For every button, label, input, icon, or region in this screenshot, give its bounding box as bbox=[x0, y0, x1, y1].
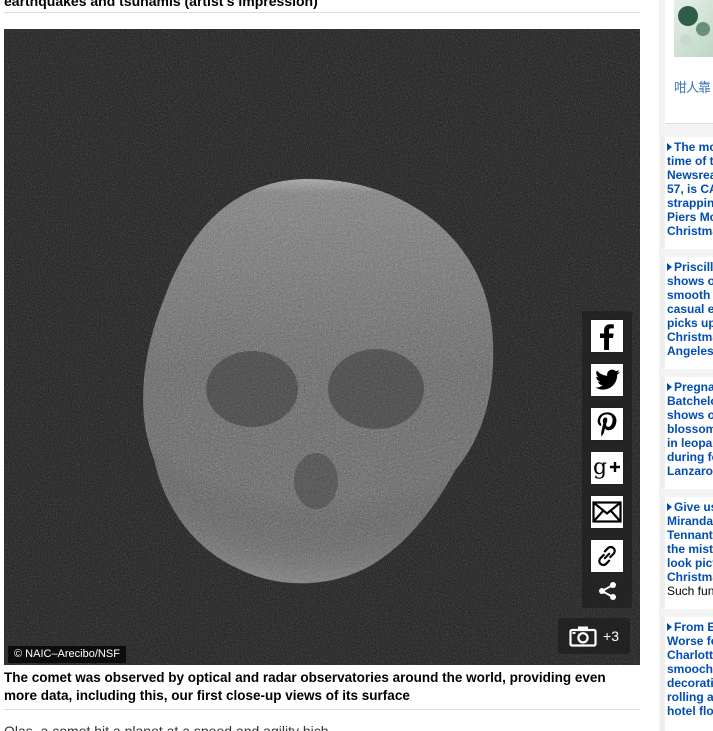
sidebar-story[interactable]: Pregna Batchelo shows o blossom in leopa… bbox=[661, 377, 713, 489]
story-headline-line: the mist bbox=[667, 542, 713, 556]
arrow-right-icon bbox=[667, 263, 672, 271]
link-icon bbox=[598, 545, 616, 567]
twitter-icon bbox=[595, 369, 620, 390]
story-headline-line: smooch bbox=[667, 662, 713, 676]
story-headline-line: picks up bbox=[667, 316, 713, 330]
copy-link-button[interactable] bbox=[589, 538, 625, 574]
ad-image bbox=[674, 0, 713, 57]
story-headline-line: Christma bbox=[667, 224, 713, 238]
article-image[interactable]: © NAIC–Arecibo/NSF bbox=[4, 29, 640, 665]
divider bbox=[4, 709, 640, 710]
story-headline-line: Give us bbox=[674, 500, 713, 514]
story-headline-line: casual e bbox=[667, 302, 713, 316]
arrow-right-icon bbox=[667, 143, 672, 151]
image-credit: © NAIC–Arecibo/NSF bbox=[8, 646, 126, 663]
story-headline-line: Angeles bbox=[667, 344, 713, 358]
ad-text: 咁人靠 bbox=[674, 80, 711, 95]
arrow-right-icon bbox=[667, 383, 672, 391]
story-headline-line: blossom bbox=[667, 422, 713, 436]
story-headline-line: shows o bbox=[667, 408, 713, 422]
share-icon bbox=[599, 582, 616, 600]
image-caption: The comet was observed by optical and ra… bbox=[4, 670, 606, 703]
sidebar-story[interactable]: Give us Miranda Tennant the mist look pi… bbox=[661, 497, 713, 609]
story-headline-line: 57, is CA bbox=[667, 182, 713, 196]
story-headline-line: time of t bbox=[667, 154, 713, 168]
facebook-icon bbox=[600, 324, 614, 350]
story-headline-line: Pregna bbox=[674, 380, 713, 394]
google-plus-share-button[interactable]: g bbox=[589, 450, 625, 486]
pinterest-share-button[interactable] bbox=[589, 406, 625, 442]
previous-image-caption: earthquakes and tsunamis (artist's impre… bbox=[4, 0, 318, 9]
story-subtext: Such fun bbox=[667, 584, 713, 598]
sidebar-story[interactable]: The mo time of t Newsrea 57, is CA strap… bbox=[661, 137, 713, 249]
story-headline-line: hotel flo bbox=[667, 704, 713, 718]
arrow-right-icon bbox=[667, 623, 672, 631]
story-headline-line: Piers Mo bbox=[667, 210, 713, 224]
pinterest-icon bbox=[597, 412, 617, 437]
sidebar-story[interactable]: Priscill shows o smooth casual e picks u… bbox=[661, 257, 713, 369]
story-headline-line: shows o bbox=[667, 274, 713, 288]
svg-text:g: g bbox=[593, 455, 607, 480]
story-headline-line: Tennant bbox=[667, 528, 713, 542]
email-share-button[interactable] bbox=[589, 494, 625, 530]
story-headline-line: decorati bbox=[667, 676, 713, 690]
story-headline-line: Christma bbox=[667, 570, 713, 584]
story-headline-line: Miranda bbox=[667, 514, 713, 528]
share-panel: g bbox=[582, 311, 632, 608]
story-headline-line: smooth bbox=[667, 288, 711, 302]
story-headline-line: during fe bbox=[667, 450, 713, 464]
facebook-share-button[interactable] bbox=[589, 318, 625, 354]
story-headline-line: strappin bbox=[667, 196, 713, 210]
twitter-share-button[interactable] bbox=[589, 362, 625, 398]
camera-icon bbox=[569, 626, 597, 647]
sidebar-story[interactable]: From E Worse fo Charlott smooch decorati… bbox=[661, 617, 713, 731]
story-headline-line: look pict bbox=[667, 556, 713, 570]
story-headline-line: Worse fo bbox=[667, 634, 713, 648]
story-headline-line: Charlott bbox=[667, 648, 713, 662]
story-headline-line: in leopa bbox=[667, 436, 713, 450]
story-headline-line: Christma bbox=[667, 330, 713, 344]
email-icon bbox=[592, 501, 622, 523]
more-share-button[interactable] bbox=[598, 581, 618, 606]
photo-gallery-button[interactable]: +3 bbox=[558, 618, 630, 654]
article-body-text: Olas, a comet hit a planet at a speed an… bbox=[4, 723, 329, 731]
story-headline-line: Newsrea bbox=[667, 168, 713, 182]
comet-radar-image bbox=[4, 29, 640, 665]
story-headline-line: Priscill bbox=[674, 260, 713, 274]
gallery-count: +3 bbox=[603, 628, 619, 644]
google-plus-icon: g bbox=[593, 455, 620, 480]
story-headline-line: The mo bbox=[674, 140, 713, 154]
story-headline-line: From E bbox=[674, 620, 713, 634]
arrow-right-icon bbox=[667, 503, 672, 511]
story-headline-line: rolling a bbox=[667, 690, 713, 704]
story-headline-line: Lanzaro bbox=[667, 464, 713, 478]
advertisement[interactable]: 咁人靠 bbox=[665, 0, 713, 124]
story-headline-line: Batchelo bbox=[667, 394, 713, 408]
divider bbox=[4, 12, 640, 13]
